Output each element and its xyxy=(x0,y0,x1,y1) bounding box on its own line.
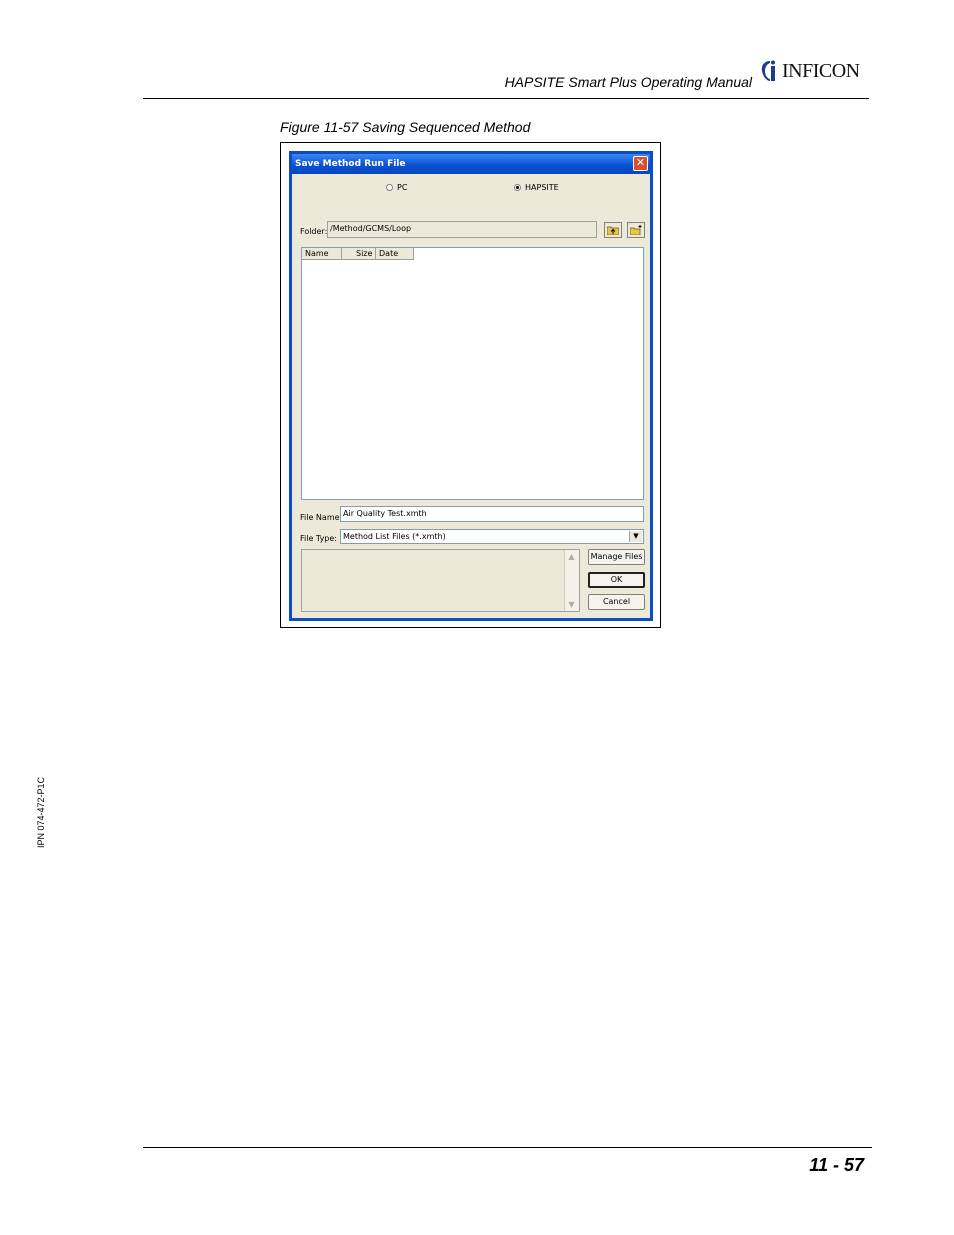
status-message-box: ▲ ▼ xyxy=(301,549,580,612)
radio-hapsite-label: HAPSITE xyxy=(525,183,559,192)
dialog-titlebar[interactable]: Save Method Run File ✕ xyxy=(292,154,650,174)
folder-path-field[interactable]: /Method/GCMS/Loop xyxy=(327,221,597,238)
scroll-down-icon[interactable]: ▼ xyxy=(565,598,578,611)
footer-rule xyxy=(143,1147,872,1148)
new-folder-button[interactable] xyxy=(627,222,645,238)
logo-wordmark: INFICON xyxy=(782,59,860,82)
radio-hapsite-indicator xyxy=(514,184,521,191)
folder-label: Folder: xyxy=(300,227,328,236)
save-method-run-file-dialog: Save Method Run File ✕ PC HAPSITE Folder… xyxy=(289,151,653,621)
column-header-size[interactable]: Size xyxy=(342,248,376,260)
file-name-label: File Name: xyxy=(300,513,343,522)
figure-caption: Figure 11-57 Saving Sequenced Method xyxy=(280,119,531,135)
header-rule xyxy=(143,98,869,99)
scroll-up-icon[interactable]: ▲ xyxy=(565,550,578,563)
message-scrollbar[interactable]: ▲ ▼ xyxy=(564,550,579,611)
cancel-button[interactable]: Cancel xyxy=(588,594,645,610)
ok-button[interactable]: OK xyxy=(588,572,645,588)
close-icon: ✕ xyxy=(635,156,646,169)
radio-pc-label: PC xyxy=(397,183,408,192)
inficon-logo-mark-icon xyxy=(761,60,775,81)
radio-hapsite[interactable]: HAPSITE xyxy=(514,183,559,192)
file-type-label: File Type: xyxy=(300,534,337,543)
new-folder-icon xyxy=(630,225,642,235)
manage-files-button[interactable]: Manage Files xyxy=(588,549,645,565)
document-ipn: IPN 074-472-P1C xyxy=(36,776,46,848)
running-header-title: HAPSITE Smart Plus Operating Manual xyxy=(504,74,752,90)
close-button[interactable]: ✕ xyxy=(633,156,648,171)
dialog-title: Save Method Run File xyxy=(295,159,406,169)
file-type-select[interactable]: Method List Files (*.xmth) ▼ xyxy=(340,529,644,544)
chevron-down-icon[interactable]: ▼ xyxy=(629,531,642,542)
file-type-value: Method List Files (*.xmth) xyxy=(343,532,446,541)
folder-up-icon xyxy=(607,226,619,235)
radio-pc-indicator xyxy=(386,184,393,191)
inficon-logo: INFICON xyxy=(760,58,860,84)
page-number: 11 - 57 xyxy=(809,1155,864,1175)
radio-pc[interactable]: PC xyxy=(386,183,407,192)
file-list[interactable]: Name Size Date xyxy=(301,247,644,500)
file-name-input[interactable]: Air Quality Test.xmth xyxy=(340,506,644,522)
folder-up-button[interactable] xyxy=(604,222,622,238)
column-header-date[interactable]: Date xyxy=(376,248,414,260)
column-header-name[interactable]: Name xyxy=(302,248,342,260)
